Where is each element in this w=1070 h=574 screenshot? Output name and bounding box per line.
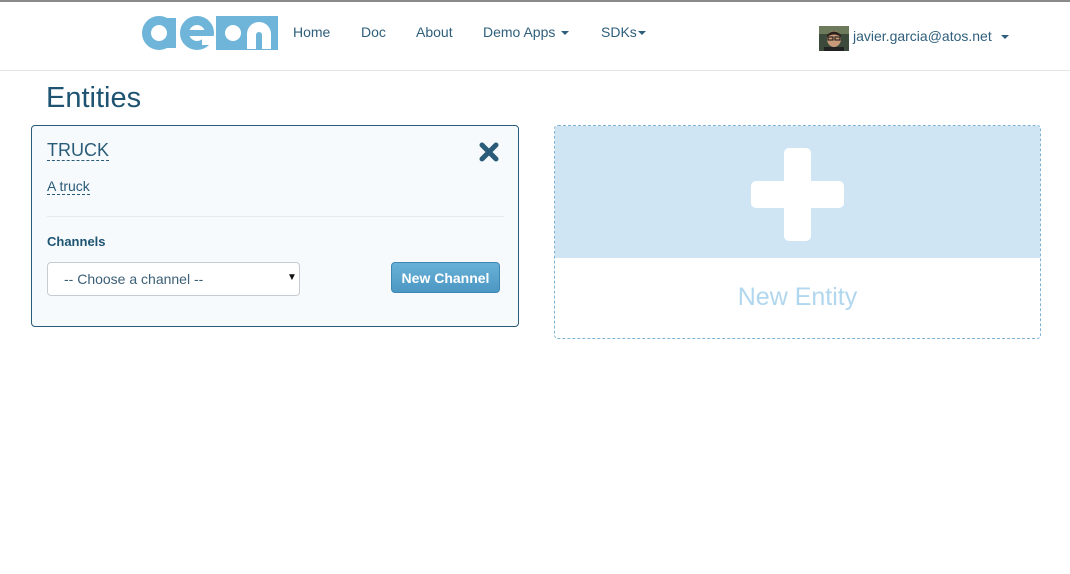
nav-sdks[interactable]: SDKs [601,24,646,40]
user-menu[interactable]: javier.garcia@atos.net [853,28,1009,44]
aeon-logo[interactable] [140,14,278,52]
dropdown-arrow-icon: ▼ [287,272,297,283]
channels-label: Channels [47,234,106,249]
caret-down-icon [561,31,570,36]
divider [47,216,504,217]
navbar: Home Doc About Demo Apps SDKs javier.gar… [0,2,1070,71]
caret-down-icon [1000,35,1009,40]
user-email: javier.garcia@atos.net [853,28,992,44]
nav-demo-apps[interactable]: Demo Apps [483,24,570,40]
page-title: Entities [46,82,142,114]
new-entity-card[interactable]: New Entity [554,125,1041,339]
nav-about[interactable]: About [416,24,453,40]
new-entity-banner [555,126,1040,258]
caret-down-icon [637,31,646,36]
user-avatar[interactable] [819,26,849,51]
channel-select[interactable]: -- Choose a channel -- ▼ [47,262,300,296]
plus-icon [751,148,844,241]
entity-name[interactable]: TRUCK [47,141,109,161]
nav-sdks-label: SDKs [601,24,637,40]
nav-home[interactable]: Home [293,24,330,40]
new-channel-button[interactable]: New Channel [391,262,500,293]
nav-doc[interactable]: Doc [361,24,386,40]
entity-description[interactable]: A truck [47,179,90,195]
channel-select-value: -- Choose a channel -- [64,271,204,287]
close-icon[interactable] [479,142,499,162]
entity-card: TRUCK A truck Channels -- Choose a chann… [31,125,519,327]
nav-demo-apps-label: Demo Apps [483,24,556,40]
new-entity-label: New Entity [737,283,858,311]
